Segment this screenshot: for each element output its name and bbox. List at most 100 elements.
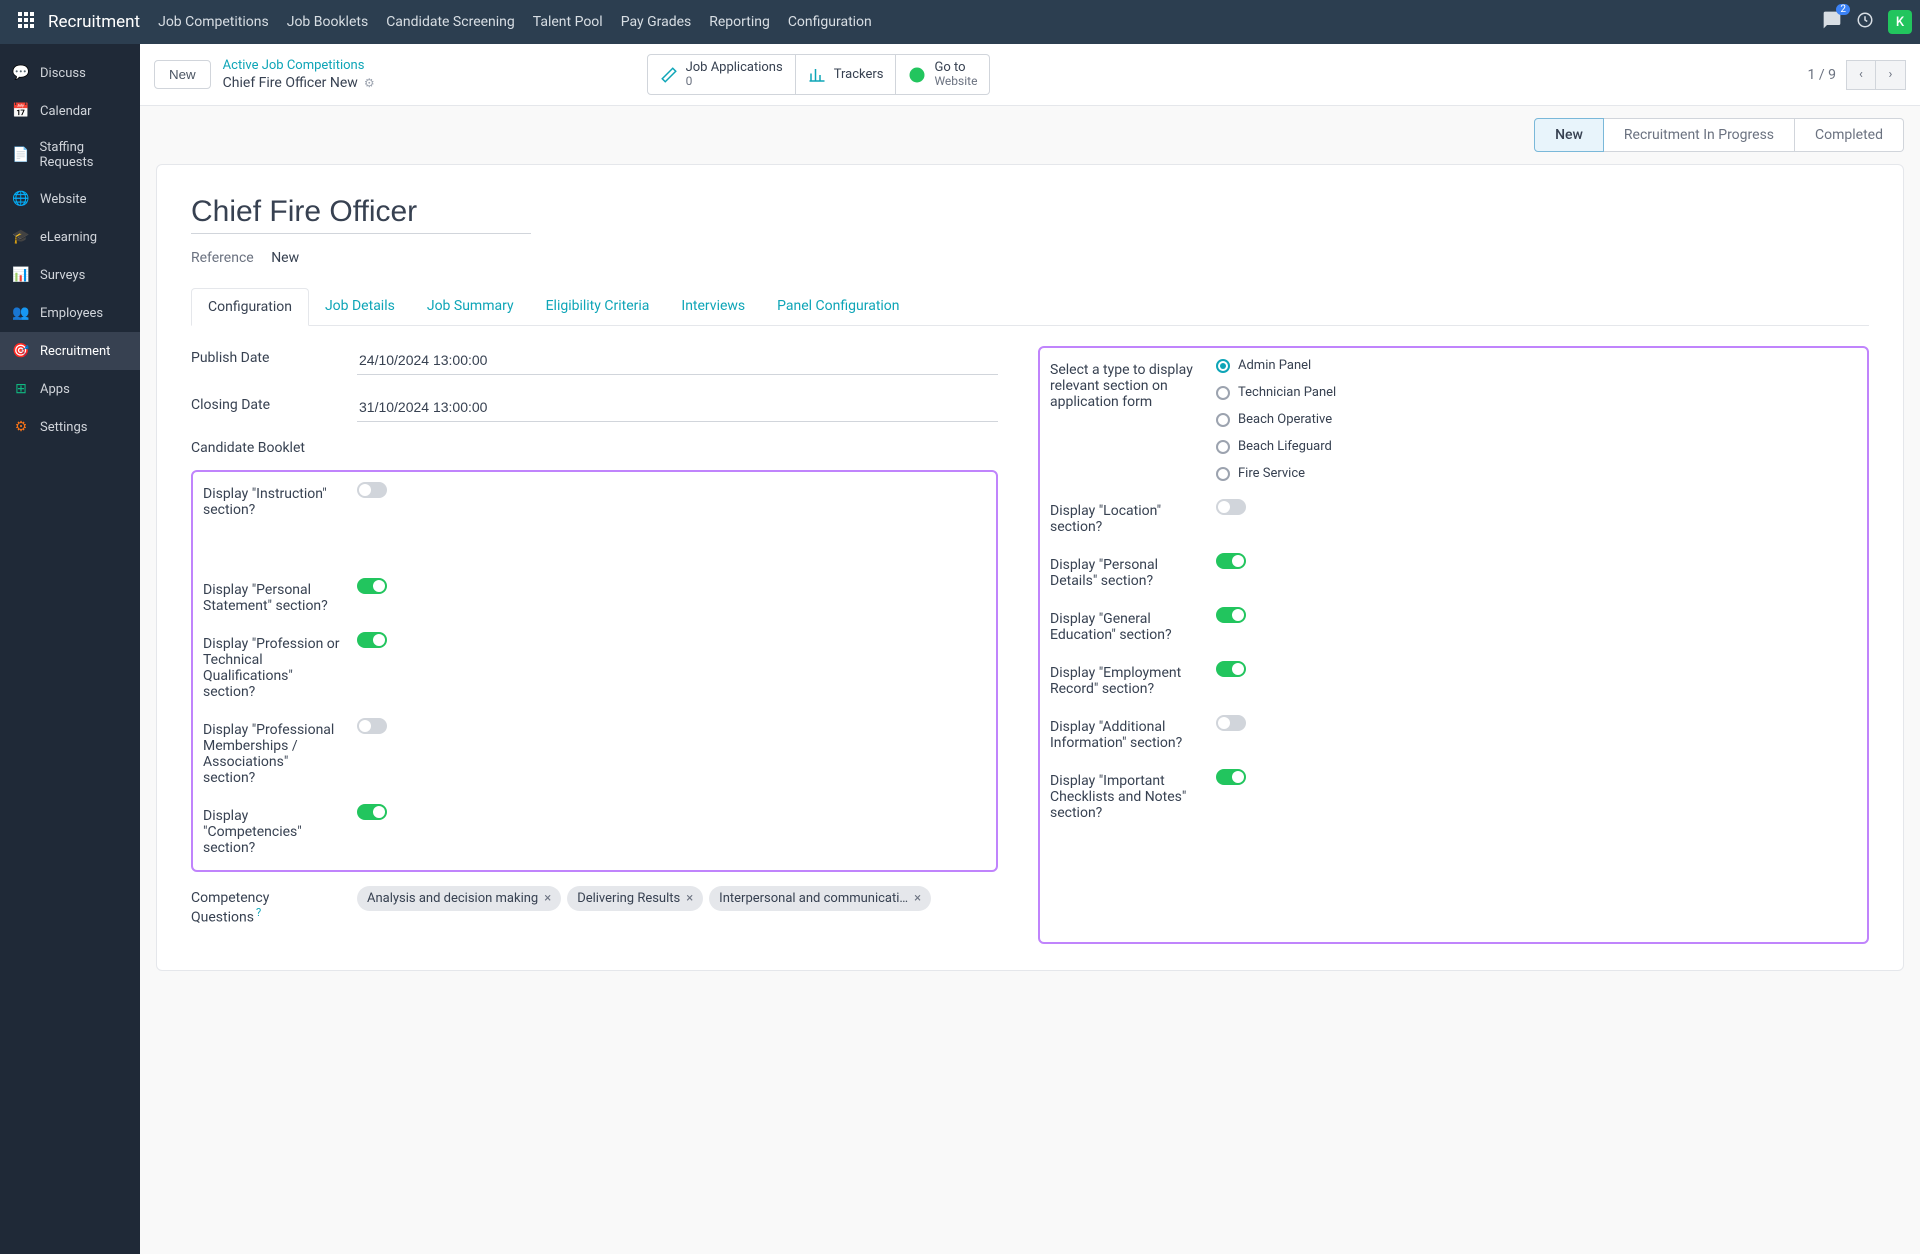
tag-delivering[interactable]: Delivering Results×	[567, 886, 703, 911]
menu-talent-pool[interactable]: Talent Pool	[533, 14, 603, 30]
right-highlight-box: Select a type to display relevant sectio…	[1038, 346, 1869, 944]
menu-candidate-screening[interactable]: Candidate Screening	[386, 14, 515, 30]
radio-technician-panel[interactable]: Technician Panel	[1216, 385, 1857, 400]
statbtn-job-applications[interactable]: Job Applications0	[647, 54, 796, 95]
stage-new[interactable]: New	[1534, 118, 1604, 152]
messages-icon[interactable]: 2	[1822, 10, 1842, 34]
bars-icon: 📊	[12, 266, 30, 284]
sidebar-item-discuss[interactable]: 💬Discuss	[0, 54, 140, 92]
publish-date-input[interactable]	[357, 346, 998, 375]
sidebar-item-staffing[interactable]: 📄Staffing Requests	[0, 130, 140, 180]
display-personal-statement-toggle[interactable]	[357, 578, 387, 594]
display-additional-info-toggle[interactable]	[1216, 715, 1246, 731]
sidebar-item-elearning[interactable]: 🎓eLearning	[0, 218, 140, 256]
radio-beach-lifeguard[interactable]: Beach Lifeguard	[1216, 439, 1857, 454]
chart-icon	[808, 66, 826, 84]
sidebar-item-settings[interactable]: ⚙Settings	[0, 408, 140, 446]
competency-tags[interactable]: Analysis and decision making× Delivering…	[357, 886, 998, 911]
display-personal-details-label: Display "Personal Details" section?	[1050, 553, 1200, 589]
display-competencies-toggle[interactable]	[357, 804, 387, 820]
record-title-input[interactable]	[191, 191, 531, 234]
display-personal-details-toggle[interactable]	[1216, 553, 1246, 569]
sidebar-item-apps[interactable]: ⊞Apps	[0, 370, 140, 408]
content-header: New Active Job Competitions Chief Fire O…	[140, 44, 1920, 106]
apps-grid-icon[interactable]	[18, 12, 38, 32]
graduation-icon: 🎓	[12, 228, 30, 246]
statbtn-trackers[interactable]: Trackers	[796, 54, 897, 95]
select-type-label: Select a type to display relevant sectio…	[1050, 358, 1200, 410]
sidebar-item-website[interactable]: 🌐Website	[0, 180, 140, 218]
sidebar-item-surveys[interactable]: 📊Surveys	[0, 256, 140, 294]
radio-beach-operative[interactable]: Beach Operative	[1216, 412, 1857, 427]
stage-bar: New Recruitment In Progress Completed	[140, 106, 1920, 164]
remove-tag-icon[interactable]: ×	[914, 891, 921, 906]
display-profession-label: Display "Profession or Technical Qualifi…	[203, 632, 341, 700]
display-general-education-label: Display "General Education" section?	[1050, 607, 1200, 643]
publish-date-label: Publish Date	[191, 346, 341, 366]
menu-configuration[interactable]: Configuration	[788, 14, 872, 30]
display-instruction-toggle[interactable]	[357, 482, 387, 498]
display-memberships-toggle[interactable]	[357, 718, 387, 734]
top-nav: Recruitment Job Competitions Job Booklet…	[0, 0, 1920, 44]
remove-tag-icon[interactable]: ×	[686, 891, 693, 906]
website-icon	[908, 66, 926, 84]
tag-interpersonal[interactable]: Interpersonal and communicati…×	[709, 886, 931, 911]
reference-line: Reference New	[191, 250, 1869, 266]
form-tabs: Configuration Job Details Job Summary El…	[191, 288, 1869, 326]
menu-job-booklets[interactable]: Job Booklets	[287, 14, 368, 30]
display-profession-toggle[interactable]	[357, 632, 387, 648]
stage-in-progress[interactable]: Recruitment In Progress	[1604, 118, 1795, 152]
display-instruction-label: Display "Instruction" section?	[203, 482, 341, 518]
display-location-toggle[interactable]	[1216, 499, 1246, 515]
grid-icon: ⊞	[12, 380, 30, 398]
tab-job-summary[interactable]: Job Summary	[411, 288, 530, 325]
radio-fire-service[interactable]: Fire Service	[1216, 466, 1857, 481]
activity-icon[interactable]	[1856, 11, 1874, 33]
user-avatar[interactable]: K	[1888, 10, 1912, 34]
target-icon: 🎯	[12, 342, 30, 360]
sidebar-item-employees[interactable]: 👥Employees	[0, 294, 140, 332]
tab-eligibility[interactable]: Eligibility Criteria	[530, 288, 666, 325]
statbtn-go-website[interactable]: Go toWebsite	[896, 54, 990, 95]
topnav-menu: Job Competitions Job Booklets Candidate …	[158, 14, 1822, 30]
display-general-education-toggle[interactable]	[1216, 607, 1246, 623]
display-important-label: Display "Important Checklists and Notes"…	[1050, 769, 1200, 821]
document-icon: 📄	[12, 146, 29, 164]
left-sidebar: 💬Discuss 📅Calendar 📄Staffing Requests 🌐W…	[0, 44, 140, 1254]
competency-questions-label: Competency Questions?	[191, 886, 341, 926]
left-column: Publish Date Closing Date Candidate Book…	[191, 346, 998, 944]
pager-prev-button[interactable]: ‹	[1846, 60, 1876, 90]
menu-pay-grades[interactable]: Pay Grades	[621, 14, 692, 30]
sidebar-item-calendar[interactable]: 📅Calendar	[0, 92, 140, 130]
display-important-toggle[interactable]	[1216, 769, 1246, 785]
remove-tag-icon[interactable]: ×	[544, 891, 551, 906]
tab-panel-config[interactable]: Panel Configuration	[761, 288, 915, 325]
closing-date-input[interactable]	[357, 393, 998, 422]
new-button[interactable]: New	[154, 60, 211, 89]
tab-interviews[interactable]: Interviews	[665, 288, 761, 325]
messages-badge: 2	[1836, 4, 1850, 15]
help-icon[interactable]: ?	[256, 906, 261, 919]
radio-dot-icon	[1216, 440, 1230, 454]
display-personal-statement-label: Display "Personal Statement" section?	[203, 578, 341, 614]
record-gear-icon[interactable]: ⚙	[364, 76, 375, 90]
pager: 1 / 9 ‹ ›	[1808, 60, 1906, 90]
breadcrumb: Active Job Competitions Chief Fire Offic…	[223, 58, 375, 91]
tab-job-details[interactable]: Job Details	[309, 288, 411, 325]
tag-analysis[interactable]: Analysis and decision making×	[357, 886, 561, 911]
tab-configuration[interactable]: Configuration	[191, 288, 309, 326]
menu-reporting[interactable]: Reporting	[709, 14, 770, 30]
radio-admin-panel[interactable]: Admin Panel	[1216, 358, 1857, 373]
main-content: New Active Job Competitions Chief Fire O…	[140, 44, 1920, 1254]
pager-next-button[interactable]: ›	[1876, 60, 1906, 90]
menu-job-competitions[interactable]: Job Competitions	[158, 14, 269, 30]
display-employment-toggle[interactable]	[1216, 661, 1246, 677]
sidebar-item-recruitment[interactable]: 🎯Recruitment	[0, 332, 140, 370]
chat-bubble-icon: 💬	[12, 64, 30, 82]
breadcrumb-current: Chief Fire Officer New ⚙	[223, 75, 375, 91]
breadcrumb-parent[interactable]: Active Job Competitions	[223, 58, 375, 73]
display-employment-label: Display "Employment Record" section?	[1050, 661, 1200, 697]
stage-completed[interactable]: Completed	[1795, 118, 1904, 152]
calendar-icon: 📅	[12, 102, 30, 120]
globe-icon: 🌐	[12, 190, 30, 208]
